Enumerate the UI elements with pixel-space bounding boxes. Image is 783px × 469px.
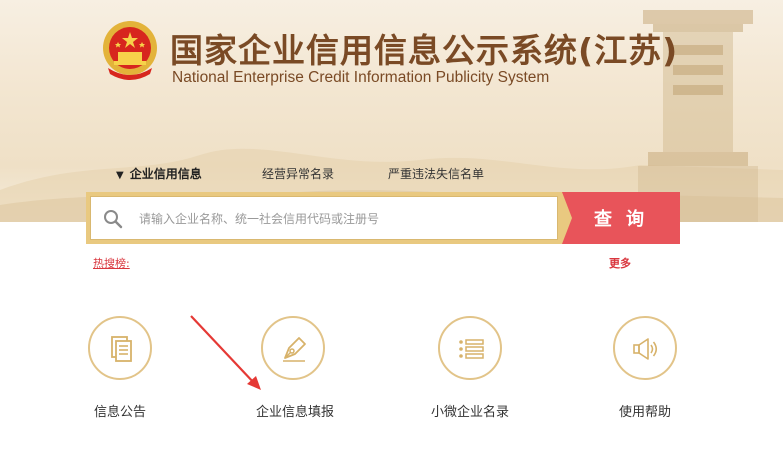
search-placeholder: 请输入企业名称、统一社会信用代码或注册号 [139,212,380,226]
tile-label: 企业信息填报 [255,405,334,420]
tile-label: 信息公告 [93,405,146,420]
nav-abnormal-operations-list[interactable]: 经营异常名录 [262,165,334,185]
pen-nib-icon [283,337,306,362]
list-icon [459,339,484,359]
search-button[interactable]: 查询 [562,192,680,244]
annotation-arrow [190,315,261,390]
search-input[interactable]: 请输入企业名称、统一社会信用代码或注册号 [90,196,558,240]
nav-label: 企业信用信息 [129,167,202,181]
hot-search-label: 热搜榜: [93,257,130,270]
national-emblem-icon [103,21,157,80]
tile-icon-circle [261,316,325,380]
search-box: 请输入企业名称、统一社会信用代码或注册号 [86,192,562,244]
search-icon [104,210,123,229]
nav-serious-violation-list[interactable]: 严重违法失信名单 [388,165,484,185]
caret-down-icon: ▼ [116,170,124,181]
speaker-icon [633,338,658,360]
tile-label: 小微企业名录 [430,405,509,420]
tile-info-announcement[interactable]: 信息公告 [50,316,190,426]
more-link[interactable]: 更多 [609,255,631,271]
tile-icon-circle [613,316,677,380]
tile-usage-help[interactable]: 使用帮助 [575,316,715,426]
document-icon [111,336,132,362]
site-subtitle: National Enterprise Credit Information P… [172,69,550,86]
tile-small-micro-enterprise-list[interactable]: 小微企业名录 [400,316,540,426]
site-title: 国家企业信用信息公示系统(江苏) [170,31,679,70]
search-button-notch [562,192,572,244]
tile-label: 使用帮助 [618,405,671,420]
nav-enterprise-credit-info[interactable]: ▼ 企业信用信息 [116,165,202,185]
tile-icon-circle [88,316,152,380]
tile-icon-circle [438,316,502,380]
